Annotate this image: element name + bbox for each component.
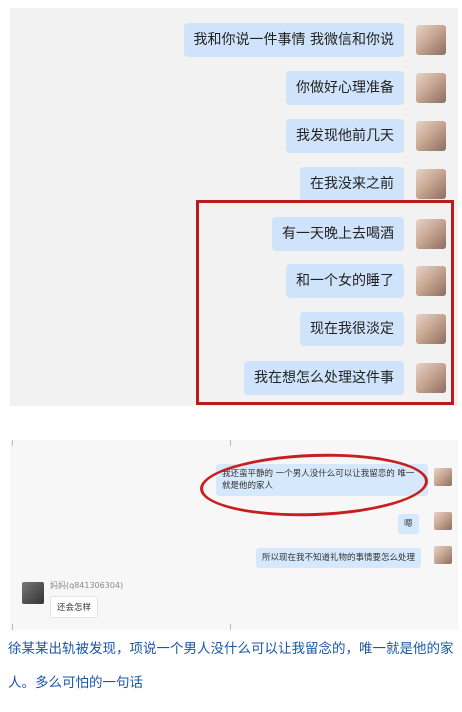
- user-avatar[interactable]: [416, 25, 446, 55]
- message-bubble: 我和你说一件事情 我微信和你说: [183, 23, 404, 57]
- user-avatar[interactable]: [434, 468, 452, 486]
- user-avatar[interactable]: [434, 546, 452, 564]
- user-avatar[interactable]: [416, 121, 446, 151]
- caption-text: 徐某某出轨被发现，项说一个男人没什么可以让我留念的，唯一就是他的家人。多么可怕的…: [8, 641, 454, 691]
- sender-name: 妈妈(q841306304): [50, 581, 124, 590]
- message-bubble: 你做好心理准备: [286, 71, 404, 105]
- chat-panel-bottom: 我还蛮平静的 一个男人没什么可以让我留恋的 唯一就是他的家人 嗯 所以现在我不知…: [10, 440, 458, 630]
- contact-avatar[interactable]: [22, 582, 44, 604]
- highlight-ellipse: [198, 450, 430, 520]
- divider-tick: [230, 624, 235, 630]
- divider-tick: [230, 440, 235, 446]
- message-bubble: 我发现他前几天: [286, 119, 404, 153]
- divider-tick: [12, 624, 17, 630]
- highlight-frame: [196, 200, 454, 405]
- message-row: 我发现他前几天: [286, 119, 446, 153]
- message-bubble: 在我没来之前: [300, 167, 404, 201]
- user-avatar[interactable]: [416, 73, 446, 103]
- divider-tick: [12, 440, 17, 446]
- message-bubble: 所以现在我不知道礼物的事情要怎么处理: [256, 548, 422, 568]
- message-row: 我和你说一件事情 我微信和你说: [183, 23, 446, 57]
- reply-bubble: 还会怎样: [50, 596, 99, 618]
- message-bubble: 嗯: [398, 514, 419, 534]
- user-avatar[interactable]: [434, 512, 452, 530]
- message-row: 在我没来之前: [300, 167, 446, 201]
- user-avatar[interactable]: [416, 169, 446, 199]
- message-row: 你做好心理准备: [286, 71, 446, 105]
